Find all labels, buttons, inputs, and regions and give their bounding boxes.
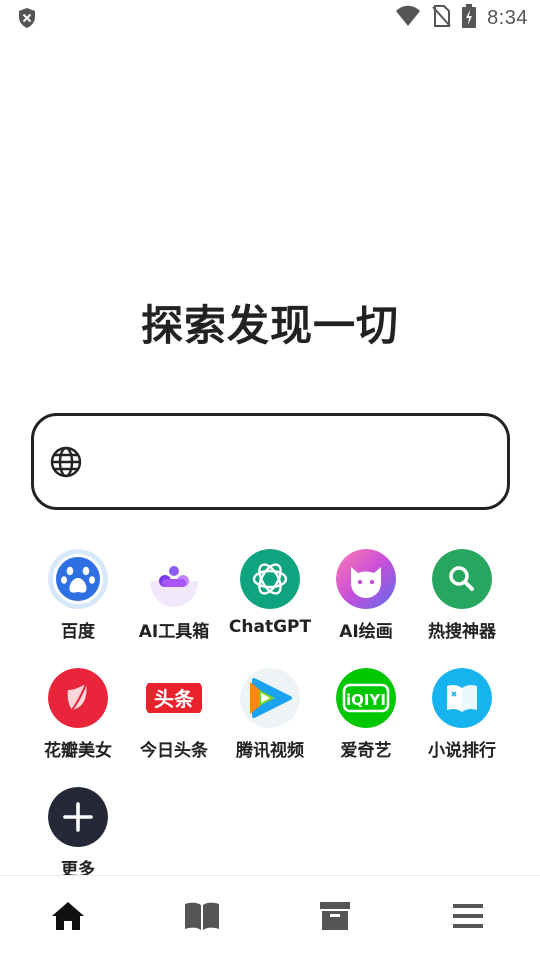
bottom-nav bbox=[0, 875, 540, 960]
ai-toolbox-icon bbox=[144, 549, 204, 609]
shield-x-icon bbox=[16, 7, 38, 29]
app-baidu[interactable]: 百度 bbox=[30, 549, 126, 659]
chatgpt-icon bbox=[240, 549, 300, 609]
app-label: 热搜神器 bbox=[428, 622, 496, 642]
open-book-icon bbox=[183, 901, 221, 935]
iqiyi-icon: iQIYI bbox=[336, 668, 396, 728]
no-sim-icon bbox=[431, 5, 451, 31]
app-petal[interactable]: 花瓣美女 bbox=[30, 668, 126, 778]
app-ai-toolbox[interactable]: AI工具箱 bbox=[126, 549, 222, 659]
status-time: 8:34 bbox=[487, 6, 528, 29]
nav-archive[interactable] bbox=[307, 896, 363, 940]
svg-text:头条: 头条 bbox=[154, 687, 195, 711]
search-box[interactable] bbox=[31, 413, 510, 510]
home-icon bbox=[50, 900, 86, 936]
ai-paint-cat-icon bbox=[336, 549, 396, 609]
book-icon bbox=[432, 668, 492, 728]
status-icons: 8:34 bbox=[395, 4, 528, 32]
baidu-paw-icon bbox=[48, 549, 108, 609]
app-novel-ranking[interactable]: 小说排行 bbox=[414, 668, 510, 778]
search-input[interactable] bbox=[98, 430, 488, 494]
wifi-icon bbox=[395, 5, 421, 31]
menu-icon bbox=[453, 903, 483, 933]
nav-bookshelf[interactable] bbox=[174, 896, 230, 940]
tencent-video-icon bbox=[240, 668, 300, 728]
app-iqiyi[interactable]: iQIYI 爱奇艺 bbox=[318, 668, 414, 778]
app-label: 小说排行 bbox=[428, 741, 496, 761]
archive-box-icon bbox=[319, 901, 351, 935]
app-hot-search[interactable]: 热搜神器 bbox=[414, 549, 510, 659]
nav-menu[interactable] bbox=[440, 896, 496, 940]
nav-home[interactable] bbox=[40, 896, 96, 940]
headline: 探索发现一切 bbox=[140, 301, 399, 350]
toutiao-icon: 头条 bbox=[144, 668, 204, 728]
status-bar: 8:34 bbox=[0, 0, 540, 36]
battery-charging-icon bbox=[461, 4, 477, 32]
petal-icon bbox=[48, 668, 108, 728]
app-tencent-video[interactable]: 腾讯视频 bbox=[222, 668, 318, 778]
svg-text:iQIYI: iQIYI bbox=[346, 691, 386, 709]
app-chatgpt[interactable]: ChatGPT bbox=[222, 549, 318, 659]
globe-icon bbox=[50, 446, 82, 478]
app-ai-paint[interactable]: AI绘画 bbox=[318, 549, 414, 659]
plus-icon bbox=[48, 787, 108, 847]
search-magnifier-icon bbox=[432, 549, 492, 609]
app-toutiao[interactable]: 头条 今日头条 bbox=[126, 668, 222, 778]
